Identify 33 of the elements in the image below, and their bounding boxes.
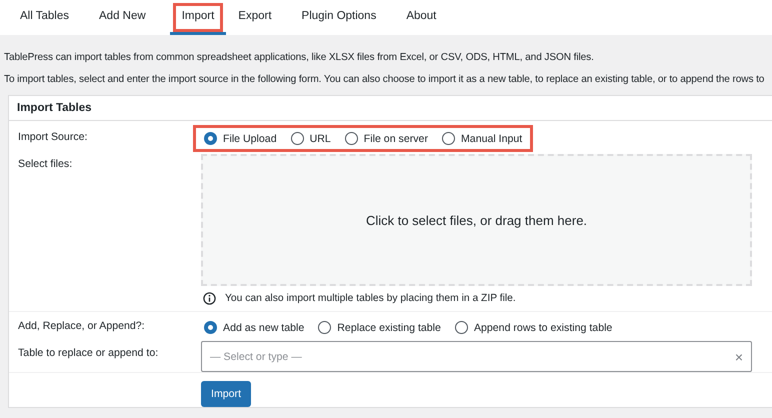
field-label: Table to replace or append to: [18,346,160,361]
radio-button[interactable] [454,321,468,334]
nav-tab[interactable]: Export [226,0,284,35]
radio-button[interactable] [442,132,455,145]
intro-text: TablePress can import tables from common spreadsheet applications, like XLSX files from Excel, or CSV, ODS, HTML, and JSON files. [3,51,595,65]
radio-button[interactable] [290,132,304,145]
radio-option[interactable]: Append rows to existing table [454,321,612,334]
import-button[interactable]: Import [201,381,252,407]
radio-button[interactable] [318,321,332,334]
radio-option[interactable]: Replace existing table [318,321,441,334]
nav-tab[interactable]: About [394,0,448,35]
nav-tab[interactable]: Plugin Options [290,0,388,35]
radio-button[interactable] [204,321,217,334]
radio-option[interactable]: Manual Input [442,132,522,145]
clear-button[interactable]: × [734,348,743,364]
field-label: Select files: [18,157,74,172]
radio-button[interactable] [204,132,217,145]
table-select-field[interactable]: — Select or type — × [201,341,752,372]
radio-option[interactable]: File Upload [204,132,277,145]
radio-option[interactable]: URL [290,132,331,145]
field-label: Add, Replace, or Append?: [18,319,146,334]
radio-button[interactable] [344,132,358,145]
radio-option[interactable]: File on server [344,132,428,145]
panel-title: Import Tables [9,96,772,121]
info-icon [203,292,216,305]
nav-tab[interactable]: All Tables [8,0,82,35]
nav-tab[interactable]: Import [170,0,226,35]
field-label: Import Source: [18,130,88,145]
note-text: You can also import multiple tables by placing them in a ZIP file. [225,293,516,304]
file-dropzone[interactable]: Click to select files, or drag them here. [201,154,752,286]
intro-text: To import tables, select and enter the import source in the following form. You can also choose to import it as a new table, to replace an existing table, or to append the rows to [3,73,766,87]
radio-option[interactable]: Add as new table [204,321,304,334]
nav-tab[interactable]: Add New [87,0,158,35]
